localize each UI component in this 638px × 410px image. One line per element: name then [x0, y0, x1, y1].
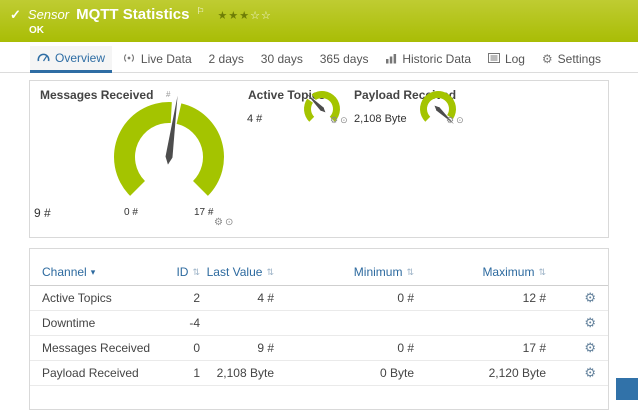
- channel-last-value: 4 #: [200, 291, 274, 305]
- channel-settings-icon[interactable]: ⚙: [546, 365, 596, 381]
- channel-minimum: 0 #: [274, 291, 414, 305]
- gauge-icon: [37, 52, 50, 65]
- stars-empty[interactable]: ☆☆: [250, 10, 272, 22]
- channel-id: -4: [162, 316, 200, 330]
- tab-label: Settings: [558, 52, 601, 66]
- gear-icon[interactable]: ⚙: [446, 115, 456, 125]
- table-row[interactable]: Downtime -4 ⚙: [30, 311, 608, 336]
- column-label: Last Value: [207, 265, 263, 279]
- sensor-header: ✓ Sensor MQTT Statistics ⚐ ★★★☆☆ OK: [0, 0, 638, 42]
- channel-id: 1: [162, 366, 200, 380]
- gauges-panel: Messages Received # 9 # 0 # 17 # ⚙⊙ Acti…: [29, 80, 609, 238]
- tab-overview[interactable]: Overview: [30, 46, 112, 73]
- channel-id: 2: [162, 291, 200, 305]
- channel-settings-icon[interactable]: ⚙: [546, 340, 596, 356]
- channel-minimum: 0 #: [274, 341, 414, 355]
- gear-icon: ⚙: [542, 53, 553, 65]
- tab-365-days[interactable]: 365 days: [313, 46, 376, 72]
- column-label: ID: [176, 265, 188, 279]
- inspect-icon[interactable]: ⊙: [225, 217, 235, 228]
- channel-last-value: 2,108 Byte: [200, 366, 274, 380]
- tab-label: Live Data: [141, 52, 192, 66]
- sort-icon: ⇅: [192, 267, 200, 278]
- channel-settings-icon[interactable]: ⚙: [546, 290, 596, 306]
- tab-label: Overview: [55, 51, 105, 65]
- inspect-icon[interactable]: ⊙: [456, 115, 466, 125]
- tab-settings[interactable]: ⚙ Settings: [535, 46, 608, 72]
- column-header-id[interactable]: ID ⇅: [162, 265, 200, 279]
- tab-live-data[interactable]: Live Data: [115, 46, 199, 72]
- table-row[interactable]: Active Topics 2 4 # 0 # 12 # ⚙: [30, 286, 608, 311]
- column-header-maximum[interactable]: Maximum ⇅: [414, 265, 546, 279]
- live-signal-icon: [122, 53, 136, 65]
- tab-historic-data[interactable]: Historic Data: [378, 46, 478, 72]
- column-header-minimum[interactable]: Minimum ⇅: [274, 265, 414, 279]
- status-check-icon: ✓: [10, 7, 21, 23]
- channel-maximum: 12 #: [414, 291, 546, 305]
- priority-stars[interactable]: ★★★☆☆: [218, 9, 272, 22]
- column-label: Maximum: [482, 265, 534, 279]
- column-label: Minimum: [354, 265, 403, 279]
- channel-name[interactable]: Payload Received: [42, 366, 162, 380]
- object-kind-label: Sensor: [28, 7, 69, 22]
- channel-name[interactable]: Messages Received: [42, 341, 162, 355]
- tab-30-days[interactable]: 30 days: [254, 46, 310, 72]
- tab-label: Historic Data: [402, 52, 471, 66]
- sort-icon: ⇅: [538, 267, 546, 278]
- channel-last-value: 9 #: [200, 341, 274, 355]
- log-list-icon: [488, 53, 500, 65]
- channel-name[interactable]: Active Topics: [42, 291, 162, 305]
- flag-icon[interactable]: ⚐: [196, 6, 204, 17]
- inspect-icon[interactable]: ⊙: [340, 115, 350, 125]
- small-gauge-value: 2,108 Byte: [354, 113, 407, 125]
- tab-2-days[interactable]: 2 days: [202, 46, 251, 72]
- main-gauge-max: 17 #: [194, 207, 213, 218]
- tab-log[interactable]: Log: [481, 46, 532, 72]
- channel-table-panel: Channel ▾ ID ⇅ Last Value ⇅ Minimum ⇅ Ma…: [29, 248, 609, 410]
- column-header-actions: [546, 265, 596, 279]
- main-gauge-value: 9 #: [34, 206, 51, 220]
- page-title: MQTT Statistics: [76, 6, 189, 23]
- status-badge: OK: [29, 25, 44, 36]
- corner-button[interactable]: [616, 378, 638, 400]
- tab-bar: Overview Live Data 2 days 30 days 365 da…: [0, 46, 638, 73]
- sort-icon: ⇅: [266, 267, 274, 278]
- column-header-channel[interactable]: Channel ▾: [42, 265, 162, 279]
- main-gauge-min: 0 #: [124, 207, 138, 218]
- table-row[interactable]: Payload Received 1 2,108 Byte 0 Byte 2,1…: [30, 361, 608, 386]
- channel-minimum: 0 Byte: [274, 366, 414, 380]
- sort-descending-icon: ▾: [91, 267, 96, 278]
- tab-label: Log: [505, 52, 525, 66]
- sort-icon: ⇅: [406, 267, 414, 278]
- channel-id: 0: [162, 341, 200, 355]
- table-header-row: Channel ▾ ID ⇅ Last Value ⇅ Minimum ⇅ Ma…: [30, 249, 608, 286]
- gear-icon[interactable]: ⚙: [214, 217, 225, 228]
- small-gauge-value: 4 #: [247, 113, 262, 125]
- channel-maximum: 2,120 Byte: [414, 366, 546, 380]
- table-row[interactable]: Messages Received 0 9 # 0 # 17 # ⚙: [30, 336, 608, 361]
- column-header-last-value[interactable]: Last Value ⇅: [200, 265, 274, 279]
- column-label: Channel: [42, 265, 87, 279]
- main-gauge: [99, 81, 239, 221]
- channel-name[interactable]: Downtime: [42, 316, 162, 330]
- channel-maximum: 17 #: [414, 341, 546, 355]
- tab-label: 2 days: [209, 52, 244, 66]
- small-gauge-actions[interactable]: ⚙⊙: [330, 115, 350, 126]
- channel-settings-icon[interactable]: ⚙: [546, 315, 596, 331]
- gear-icon[interactable]: ⚙: [330, 115, 340, 125]
- stars-filled[interactable]: ★★★: [218, 10, 251, 22]
- tab-label: 30 days: [261, 52, 303, 66]
- main-gauge-actions[interactable]: ⚙⊙: [214, 217, 235, 228]
- bar-chart-icon: [385, 53, 397, 66]
- tab-label: 365 days: [320, 52, 369, 66]
- small-gauge-actions[interactable]: ⚙⊙: [446, 115, 466, 126]
